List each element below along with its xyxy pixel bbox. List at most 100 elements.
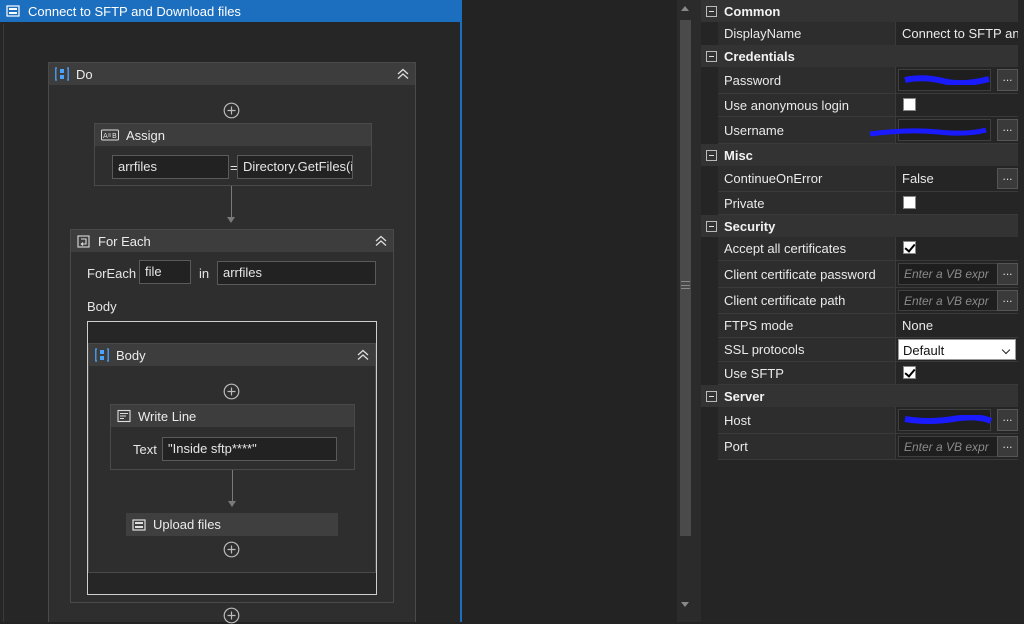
sequence-icon xyxy=(55,67,69,81)
body-sequence-label: Body xyxy=(116,347,146,363)
host-ellipsis-button[interactable]: ... xyxy=(997,409,1018,431)
category-server-label: Server xyxy=(724,388,765,404)
assign-connector xyxy=(231,186,232,219)
username-ellipsis-button[interactable]: ... xyxy=(997,119,1018,141)
client-certificate-password-field[interactable]: Enter a VB expr xyxy=(898,263,1011,285)
display-name-value[interactable]: Connect to SFTP and xyxy=(898,22,1018,45)
category-security-label: Security xyxy=(724,218,776,234)
foreach-label: ForEach xyxy=(87,266,137,281)
scrollbar-grip-icon xyxy=(681,281,690,289)
collapse-icon[interactable] xyxy=(356,348,370,362)
ssl-protocols-selected-value: Default xyxy=(903,343,945,358)
prop-password[interactable]: Password ... xyxy=(718,67,1018,94)
category-credentials-label: Credentials xyxy=(724,48,795,64)
scroll-up-arrow-icon[interactable] xyxy=(681,6,689,11)
foreach-icon xyxy=(77,235,90,248)
assign-to-field[interactable]: arrfiles xyxy=(112,155,229,179)
prop-client-certificate-path[interactable]: Client certificate path Enter a VB expr … xyxy=(718,288,1018,314)
assign-value-field[interactable]: Directory.GetFiles(i xyxy=(237,155,353,179)
client-certificate-password-ellipsis-button[interactable]: ... xyxy=(997,263,1018,285)
client-certificate-path-field[interactable]: Enter a VB expr xyxy=(898,290,1011,311)
prop-ftps-mode[interactable]: FTPS mode None xyxy=(718,314,1018,338)
prop-ssl-protocols[interactable]: SSL protocols Default xyxy=(718,338,1018,362)
assign-activity-header[interactable]: A B Assign xyxy=(95,124,371,146)
workflow-title-bar[interactable]: Connect to SFTP and Download files xyxy=(0,0,460,22)
collapse-category-icon[interactable] xyxy=(706,5,717,17)
prop-use-anonymous-login[interactable]: Use anonymous login xyxy=(718,94,1018,117)
port-field[interactable]: Enter a VB expr xyxy=(898,436,1011,457)
collapse-icon[interactable] xyxy=(374,234,388,248)
collapse-icon[interactable] xyxy=(396,67,410,81)
prop-name: Private xyxy=(718,192,896,214)
prop-name: Use SFTP xyxy=(718,362,896,384)
do-sequence-header[interactable]: Do xyxy=(49,63,415,85)
prop-display-name[interactable]: DisplayName Connect to SFTP and xyxy=(718,22,1018,46)
writeline-activity-label: Write Line xyxy=(138,408,197,424)
body-sequence[interactable]: Body Write Line Text "Inside sftp****" U… xyxy=(88,343,376,573)
prop-name: FTPS mode xyxy=(718,314,896,337)
assign-icon: A B xyxy=(101,129,119,141)
foreach-body-container[interactable]: Body Write Line Text "Inside sftp****" U… xyxy=(87,321,377,595)
connector-arrow xyxy=(227,217,235,223)
writeline-text-field[interactable]: "Inside sftp****" xyxy=(162,437,337,461)
panel-splitter[interactable] xyxy=(694,0,701,622)
ssl-protocols-select[interactable]: Default xyxy=(898,339,1016,360)
foreach-activity[interactable]: For Each ForEach file in arrfiles Body B… xyxy=(70,229,394,603)
category-server[interactable]: Server xyxy=(701,385,1018,407)
prop-host[interactable]: Host ... xyxy=(718,407,1018,434)
foreach-body-label: Body xyxy=(87,299,117,314)
upload-files-activity[interactable]: Upload files xyxy=(126,513,338,536)
continue-on-error-value[interactable]: False xyxy=(898,166,994,191)
use-sftp-checkbox[interactable] xyxy=(903,366,916,379)
accept-all-certificates-checkbox[interactable] xyxy=(903,241,916,254)
category-security[interactable]: Security xyxy=(701,215,1018,237)
password-ellipsis-button[interactable]: ... xyxy=(997,69,1018,91)
sequence-icon xyxy=(95,348,109,362)
prop-name: Client certificate path xyxy=(718,288,896,313)
assign-activity-label: Assign xyxy=(126,127,166,143)
foreach-activity-header[interactable]: For Each xyxy=(71,230,393,252)
collapse-category-icon[interactable] xyxy=(706,390,717,402)
add-activity-icon[interactable] xyxy=(223,383,240,400)
prop-username[interactable]: Username ... xyxy=(718,117,1018,144)
scroll-down-arrow-icon[interactable] xyxy=(681,602,689,607)
prop-private[interactable]: Private xyxy=(718,192,1018,215)
upload-files-header[interactable]: Upload files xyxy=(126,513,338,536)
prop-name: Client certificate password xyxy=(718,261,896,287)
add-activity-icon[interactable] xyxy=(223,102,240,119)
prop-continue-on-error[interactable]: ContinueOnError False ... xyxy=(718,166,1018,192)
port-ellipsis-button[interactable]: ... xyxy=(997,436,1018,457)
scrollbar-thumb[interactable] xyxy=(680,20,691,536)
continue-on-error-ellipsis-button[interactable]: ... xyxy=(997,168,1018,189)
category-misc[interactable]: Misc xyxy=(701,144,1018,166)
category-misc-label: Misc xyxy=(724,147,753,163)
redaction-scribble xyxy=(904,415,993,424)
foreach-in-label: in xyxy=(199,266,210,281)
client-certificate-path-ellipsis-button[interactable]: ... xyxy=(997,290,1018,311)
writeline-activity[interactable]: Write Line Text "Inside sftp****" xyxy=(110,404,355,470)
assign-activity[interactable]: A B Assign arrfiles = Directory.GetFiles… xyxy=(94,123,372,186)
collapse-category-icon[interactable] xyxy=(706,220,717,232)
prop-client-certificate-password[interactable]: Client certificate password Enter a VB e… xyxy=(718,261,1018,288)
foreach-collection-field[interactable]: arrfiles xyxy=(217,261,376,285)
collapse-category-icon[interactable] xyxy=(706,149,717,161)
private-checkbox[interactable] xyxy=(903,196,916,209)
collapse-category-icon[interactable] xyxy=(706,50,717,62)
upload-files-icon xyxy=(132,518,146,531)
ftps-mode-value[interactable]: None xyxy=(898,314,1018,337)
do-sequence[interactable]: Do A B Assign arrfiles = Directory.GetFi… xyxy=(48,62,416,624)
prop-port[interactable]: Port Enter a VB expr ... xyxy=(718,434,1018,460)
workflow-title: Connect to SFTP and Download files xyxy=(28,3,241,19)
prop-use-sftp[interactable]: Use SFTP xyxy=(718,362,1018,385)
designer-canvas[interactable]: Do A B Assign arrfiles = Directory.GetFi… xyxy=(3,24,460,624)
prop-accept-all-certificates[interactable]: Accept all certificates xyxy=(718,237,1018,261)
designer-vertical-scrollbar[interactable] xyxy=(677,0,694,622)
use-anonymous-login-checkbox[interactable] xyxy=(903,98,916,111)
category-credentials[interactable]: Credentials xyxy=(701,45,1018,67)
add-activity-icon[interactable] xyxy=(223,541,240,558)
foreach-item-field[interactable]: file xyxy=(139,260,191,284)
add-activity-icon[interactable] xyxy=(223,607,240,624)
body-sequence-header[interactable]: Body xyxy=(89,344,375,366)
category-common[interactable]: Common xyxy=(701,0,1018,22)
writeline-activity-header[interactable]: Write Line xyxy=(111,405,354,427)
